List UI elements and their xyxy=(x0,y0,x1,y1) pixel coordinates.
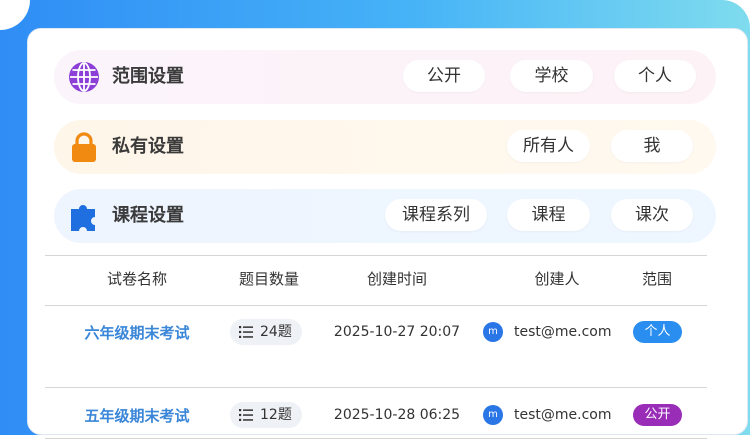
creator-email: test@me.com xyxy=(514,407,612,423)
course-settings-label: 课程设置 xyxy=(112,205,184,226)
avatar: m xyxy=(483,405,503,425)
header-scope: 范围 xyxy=(641,270,673,288)
scope-option-school[interactable]: 学校 xyxy=(510,60,593,92)
created-time: 2025-10-27 20:07 xyxy=(333,324,461,340)
globe-icon xyxy=(69,62,99,92)
puzzle-icon xyxy=(71,205,95,231)
exam-name-link[interactable]: 六年级期末考试 xyxy=(84,322,189,343)
list-icon xyxy=(239,409,253,421)
private-settings-label: 私有设置 xyxy=(112,136,184,157)
table-header-divider xyxy=(45,305,707,306)
avatar: m xyxy=(483,322,503,342)
scope-badge: 公开 xyxy=(633,404,682,426)
header-exam-name: 试卷名称 xyxy=(106,270,168,288)
scope-option-public[interactable]: 公开 xyxy=(403,60,485,92)
course-settings-row: 课程设置 课程系列 课程 课次 xyxy=(54,189,716,243)
scope-settings-label: 范围设置 xyxy=(112,66,184,87)
header-question-count: 题目数量 xyxy=(238,270,300,288)
settings-card: 范围设置 公开 学校 个人 私有设置 所有人 我 课程设置 课程系列 课程 课次… xyxy=(27,28,748,439)
table-top-border xyxy=(45,255,707,256)
lock-icon xyxy=(72,132,96,162)
private-settings-row: 私有设置 所有人 我 xyxy=(54,120,716,174)
course-option-course[interactable]: 课程 xyxy=(507,199,590,231)
scope-settings-row: 范围设置 公开 学校 个人 xyxy=(54,50,716,104)
question-count-chip: 24题 xyxy=(230,319,302,345)
scope-badge: 个人 xyxy=(633,321,682,343)
header-creator: 创建人 xyxy=(534,270,580,288)
question-count: 24题 xyxy=(260,324,292,340)
course-option-lesson[interactable]: 课次 xyxy=(611,199,693,231)
scope-option-personal[interactable]: 个人 xyxy=(614,60,696,92)
created-time: 2025-10-28 06:25 xyxy=(333,407,461,423)
header-created-time: 创建时间 xyxy=(366,270,428,288)
list-icon xyxy=(239,326,253,338)
course-option-series[interactable]: 课程系列 xyxy=(385,199,487,231)
question-count: 12题 xyxy=(260,407,292,423)
private-option-everyone[interactable]: 所有人 xyxy=(507,130,590,162)
private-option-me[interactable]: 我 xyxy=(611,130,693,162)
question-count-chip: 12题 xyxy=(230,402,302,428)
table-row-divider xyxy=(45,387,707,388)
exam-name-link[interactable]: 五年级期末考试 xyxy=(84,405,189,426)
creator-email: test@me.com xyxy=(514,324,612,340)
